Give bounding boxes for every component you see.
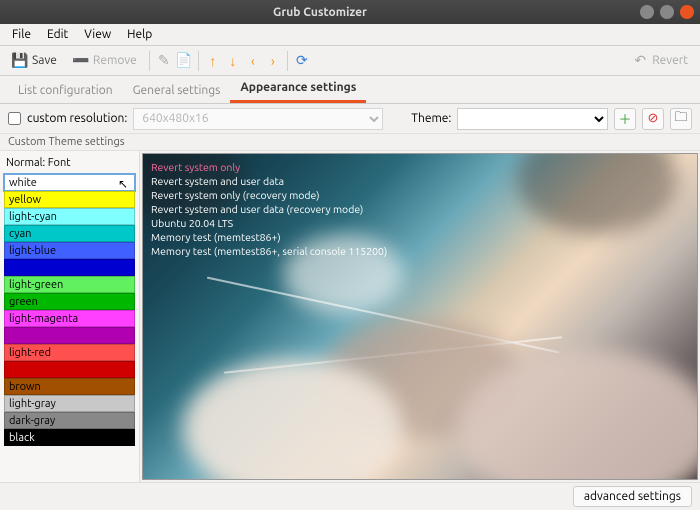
grub-entry: Revert system only (recovery mode) [151, 188, 387, 202]
remove-theme-button[interactable]: ⊘ [642, 108, 664, 130]
color-swatch-white[interactable]: white↖ [4, 174, 135, 191]
remove-label: Remove [93, 54, 137, 67]
down-icon[interactable]: ↓ [225, 53, 241, 69]
color-swatch-red[interactable]: red [4, 361, 135, 378]
color-swatch-green[interactable]: green [4, 293, 135, 310]
advanced-settings-button[interactable]: advanced settings [573, 486, 692, 507]
color-swatch-light-red[interactable]: light-red [4, 344, 135, 361]
custom-theme-settings-label: Custom Theme settings [0, 134, 700, 151]
main-area: Normal: Font white↖yellowlight-cyancyanl… [0, 151, 700, 482]
grub-entry: Revert system only [151, 160, 387, 174]
left-icon[interactable]: ‹ [245, 53, 261, 69]
color-swatch-brown[interactable]: brown [4, 378, 135, 395]
refresh-icon[interactable]: ⟳ [294, 53, 310, 69]
revert-button[interactable]: ↶ Revert [626, 51, 694, 71]
tab-list-configuration[interactable]: List configuration [8, 78, 123, 103]
menu-help[interactable]: Help [119, 26, 160, 43]
save-button[interactable]: 💾 Save [6, 51, 63, 71]
theme-folder-button[interactable]: 🗀 [670, 108, 692, 130]
menubar: File Edit View Help [0, 24, 700, 46]
custom-resolution-checkbox[interactable] [8, 112, 21, 125]
toolbar: 💾 Save ➖ Remove ✎ 📄 ↑ ↓ ‹ › ⟳ ↶ Revert [0, 46, 700, 76]
cursor-icon: ↖ [118, 177, 128, 191]
tabs: List configuration General settings Appe… [0, 76, 700, 104]
color-swatch-black[interactable]: black [4, 429, 135, 446]
color-swatch-light-green[interactable]: light-green [4, 276, 135, 293]
tab-general-settings[interactable]: General settings [123, 78, 231, 103]
save-icon: 💾 [12, 53, 28, 69]
revert-label: Revert [652, 54, 688, 67]
separator [149, 51, 150, 71]
edit-icon[interactable]: ✎ [156, 53, 172, 69]
menu-edit[interactable]: Edit [39, 26, 76, 43]
color-swatch-cyan[interactable]: cyan [4, 225, 135, 242]
color-swatch-dark-gray[interactable]: dark-gray [4, 412, 135, 429]
revert-icon: ↶ [632, 53, 648, 69]
grub-entry: Memory test (memtest86+) [151, 230, 387, 244]
separator [287, 51, 288, 71]
color-swatch-light-gray[interactable]: light-gray [4, 395, 135, 412]
custom-resolution-label: custom resolution: [27, 112, 127, 125]
theme-label: Theme: [411, 112, 451, 125]
maximize-button[interactable] [660, 5, 674, 19]
separator [198, 51, 199, 71]
titlebar: Grub Customizer [0, 0, 700, 24]
menu-file[interactable]: File [4, 26, 39, 43]
grub-entry: Memory test (memtest86+, serial console … [151, 244, 387, 258]
grub-preview: Revert system onlyRevert system and user… [142, 153, 698, 480]
remove-icon: ➖ [73, 53, 89, 69]
close-button[interactable] [680, 5, 694, 19]
normal-font-label: Normal: Font [4, 155, 135, 173]
minimize-button[interactable] [640, 5, 654, 19]
tab-appearance-settings[interactable]: Appearance settings [230, 75, 366, 103]
grub-entry: Ubuntu 20.04 LTS [151, 216, 387, 230]
grub-menu-text: Revert system onlyRevert system and user… [151, 160, 387, 258]
color-swatch-light-blue[interactable]: light-blue [4, 242, 135, 259]
add-theme-button[interactable]: ＋ [614, 108, 636, 130]
options-row: custom resolution: 640x480x16 Theme: ＋ ⊘… [0, 104, 700, 134]
color-swatch-magenta[interactable]: magenta [4, 327, 135, 344]
right-icon[interactable]: › [265, 53, 281, 69]
color-list: Normal: Font white↖yellowlight-cyancyanl… [0, 151, 140, 482]
theme-combobox[interactable] [457, 108, 608, 130]
window-title: Grub Customizer [6, 6, 634, 19]
save-label: Save [32, 54, 57, 67]
new-icon[interactable]: 📄 [176, 53, 192, 69]
grub-entry: Revert system and user data (recovery mo… [151, 202, 387, 216]
remove-button[interactable]: ➖ Remove [67, 51, 143, 71]
color-swatch-light-cyan[interactable]: light-cyan [4, 208, 135, 225]
footer: advanced settings [0, 482, 700, 510]
up-icon[interactable]: ↑ [205, 53, 221, 69]
color-swatch-light-magenta[interactable]: light-magenta [4, 310, 135, 327]
color-swatch-blue[interactable]: blue [4, 259, 135, 276]
resolution-combobox[interactable]: 640x480x16 [133, 108, 383, 130]
color-swatch-yellow[interactable]: yellow [4, 191, 135, 208]
grub-entry: Revert system and user data [151, 174, 387, 188]
menu-view[interactable]: View [76, 26, 119, 43]
